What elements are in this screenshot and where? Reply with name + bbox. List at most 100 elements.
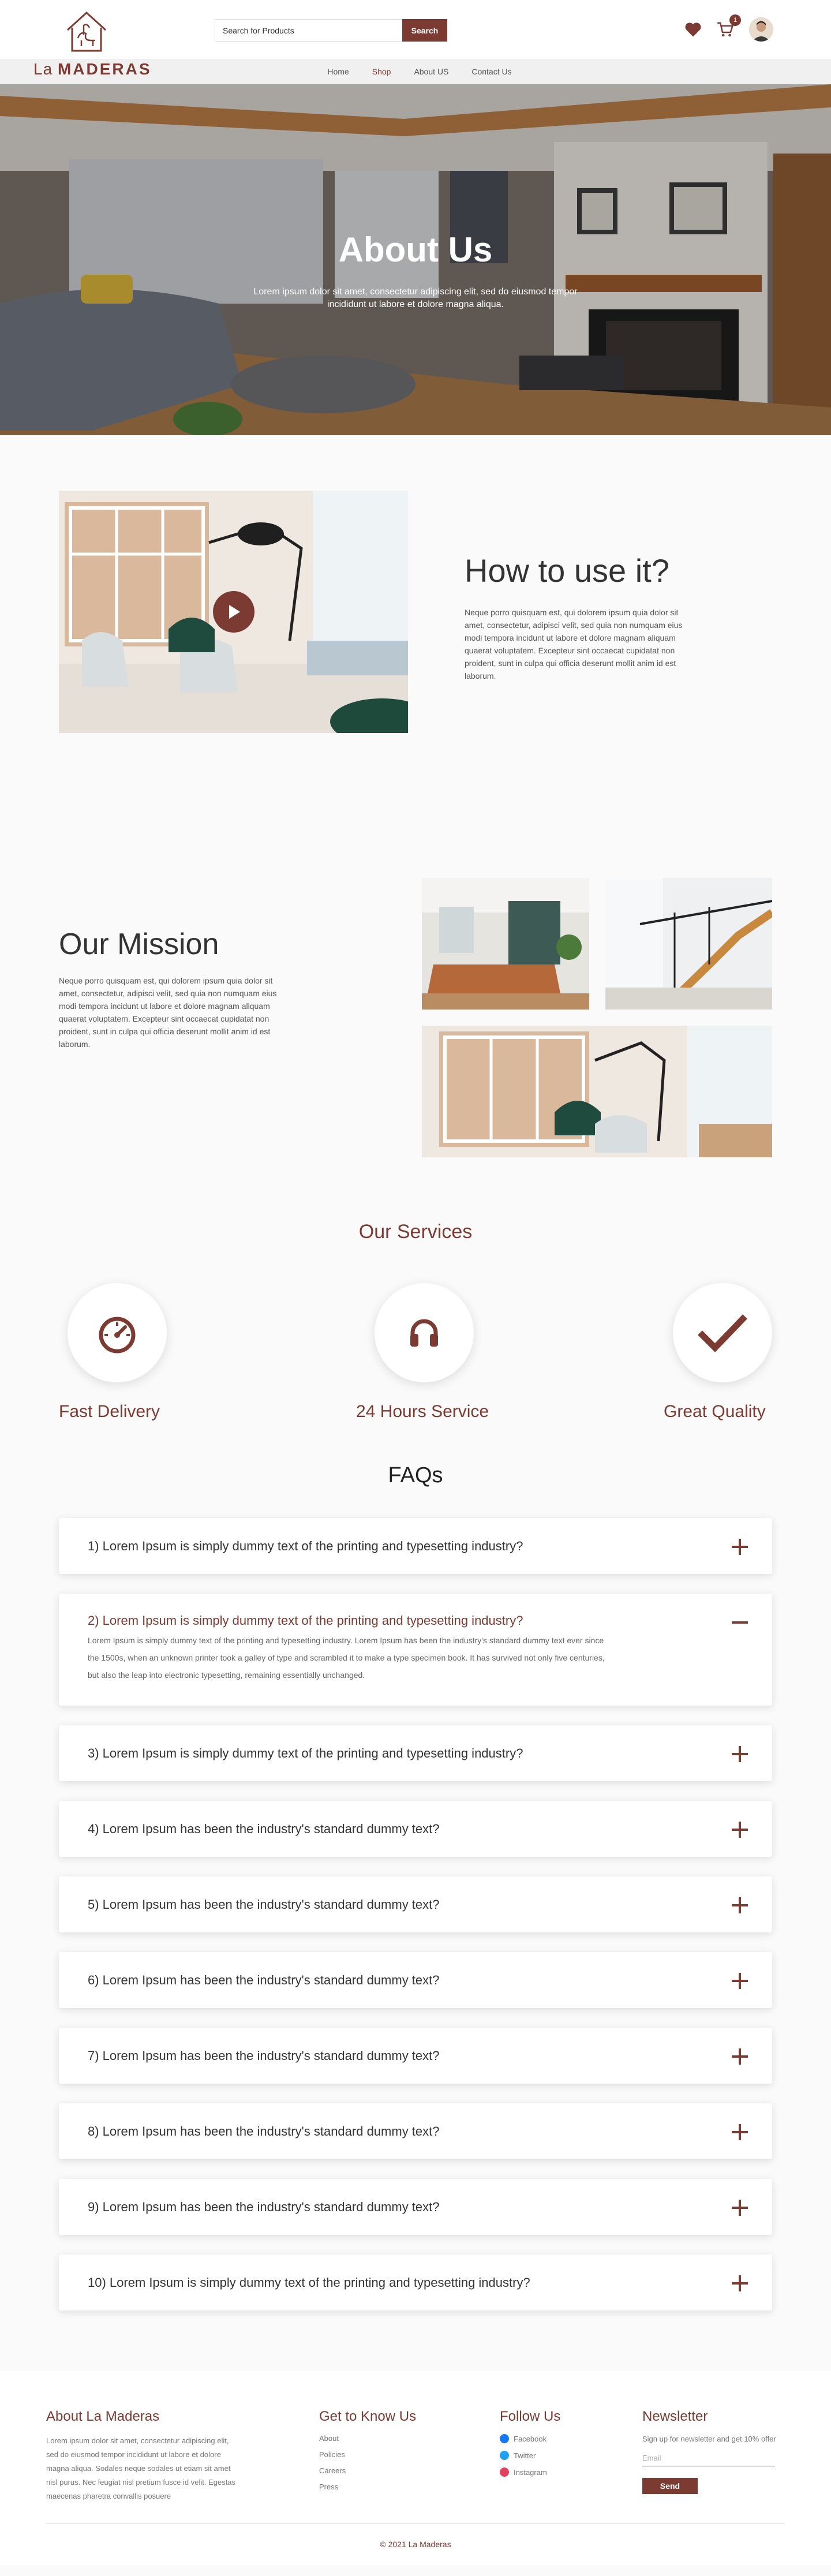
faq-question[interactable]: 1) Lorem Ipsum is simply dummy text of t… — [88, 1518, 743, 1574]
faq-question[interactable]: 4) Lorem Ipsum has been the industry's s… — [88, 1801, 743, 1857]
plus-icon[interactable] — [732, 1897, 748, 1913]
footer-link-label: Twitter — [514, 2451, 536, 2460]
how-to-title: How to use it? — [465, 552, 669, 589]
faq-item[interactable]: 5) Lorem Ipsum has been the industry's s… — [59, 1876, 772, 1932]
how-to-text: Neque porro quisquam est, qui dolorem ip… — [465, 608, 683, 681]
plus-icon[interactable] — [732, 2200, 748, 2216]
faq-question[interactable]: 6) Lorem Ipsum has been the industry's s… — [88, 1952, 743, 2008]
footer-about-title: About La Maderas — [46, 2409, 160, 2424]
footer-link-policies[interactable]: Policies — [319, 2450, 416, 2459]
mission-text: Neque porro quisquam est, qui dolorem ip… — [59, 976, 277, 1049]
footer-newsletter-title: Newsletter — [642, 2409, 708, 2424]
footer-link-twitter[interactable]: Twitter — [500, 2451, 560, 2460]
site-footer: About La Maderas Lorem ipsum dolor sit a… — [0, 2371, 831, 2565]
video-player[interactable] — [59, 491, 408, 733]
faq-question[interactable]: 8) Lorem Ipsum has been the industry's s… — [88, 2103, 743, 2159]
services-section: Our Services Fast Delivery 24 Hours Serv… — [0, 1198, 831, 1463]
faq-item[interactable]: 6) Lorem Ipsum has been the industry's s… — [59, 1952, 772, 2008]
faq-item[interactable]: 7) Lorem Ipsum has been the industry's s… — [59, 2028, 772, 2084]
service-label: 24 Hours Service — [356, 1402, 489, 1421]
footer-link-careers[interactable]: Careers — [319, 2466, 416, 2475]
footer-know-title: Get to Know Us — [319, 2409, 417, 2424]
service-icon-circle — [375, 1283, 474, 1382]
top-header: La MADERAS Search 1 — [0, 0, 831, 78]
service-label: Great Quality — [664, 1402, 766, 1421]
footer-link-instagram[interactable]: Instagram — [500, 2467, 560, 2477]
service-label: Fast Delivery — [59, 1402, 160, 1421]
play-button[interactable] — [213, 591, 254, 633]
faq-question[interactable]: 10) Lorem Ipsum is simply dummy text of … — [88, 2255, 743, 2310]
footer-link-label: Instagram — [514, 2467, 547, 2477]
headphones-icon — [410, 1319, 438, 1347]
faq-question[interactable]: 9) Lorem Ipsum has been the industry's s… — [88, 2179, 743, 2235]
footer-link-facebook[interactable]: Facebook — [500, 2434, 560, 2443]
plus-icon[interactable] — [732, 1746, 748, 1762]
nav-contact[interactable]: Contact Us — [471, 67, 511, 76]
play-icon — [229, 605, 240, 619]
cart-button[interactable]: 1 — [717, 14, 741, 38]
search-form: Search — [215, 19, 447, 42]
user-avatar[interactable] — [749, 17, 773, 42]
footer-newsletter-text: Sign up for newsletter and get 10% offer — [642, 2435, 776, 2443]
service-icon-circle — [673, 1283, 772, 1382]
faq-question[interactable]: 7) Lorem Ipsum has been the industry's s… — [88, 2028, 743, 2084]
search-button[interactable]: Search — [402, 19, 447, 42]
minus-icon[interactable] — [732, 1614, 748, 1631]
nav-home[interactable]: Home — [327, 67, 349, 76]
brand-prefix: La — [33, 60, 53, 78]
hero-subtitle: Lorem ipsum dolor sit amet, consectetur … — [253, 287, 578, 309]
mission-title: Our Mission — [59, 928, 219, 961]
newsletter-email-input[interactable] — [642, 2450, 775, 2466]
services-title: Our Services — [358, 1221, 473, 1243]
faq-title: FAQs — [388, 1463, 443, 1487]
speedometer-icon — [99, 1317, 136, 1354]
plus-icon[interactable] — [732, 1539, 748, 1555]
faq-item[interactable]: 9) Lorem Ipsum has been the industry's s… — [59, 2179, 772, 2235]
mission-image-staircase — [605, 878, 772, 1010]
mission-image-lounge — [422, 1026, 772, 1157]
footer-divider — [46, 2523, 785, 2524]
footer-link-press[interactable]: Press — [319, 2482, 416, 2491]
footer-about: About La Maderas Lorem ipsum dolor sit a… — [46, 2409, 237, 2503]
faq-item[interactable]: 8) Lorem Ipsum has been the industry's s… — [59, 2103, 772, 2159]
plus-icon[interactable] — [732, 1973, 748, 1989]
mission-image-livingroom — [422, 878, 589, 1010]
footer-link-about[interactable]: About — [319, 2434, 416, 2443]
footer-follow-title: Follow Us — [500, 2409, 561, 2424]
nav-about[interactable]: About US — [414, 67, 448, 76]
faq-item[interactable]: 4) Lorem Ipsum has been the industry's s… — [59, 1801, 772, 1857]
faq-item-expanded[interactable]: 2) Lorem Ipsum is simply dummy text of t… — [59, 1594, 772, 1706]
brand-name: MADERAS — [57, 60, 152, 78]
footer-about-text: Lorem ipsum dolor sit amet, consectetur … — [46, 2436, 236, 2500]
service-fast-delivery — [68, 1283, 167, 1382]
header-icons: 1 — [684, 14, 773, 42]
cart-count-badge: 1 — [729, 14, 741, 26]
mission-section: Our Mission Neque porro quisquam est, qu… — [0, 818, 831, 1198]
hero-content: About Us Lorem ipsum dolor sit amet, con… — [0, 230, 831, 311]
plus-icon[interactable] — [732, 2124, 748, 2140]
plus-icon[interactable] — [732, 1822, 748, 1838]
facebook-icon — [500, 2434, 509, 2443]
faq-question[interactable]: 3) Lorem Ipsum is simply dummy text of t… — [88, 1725, 743, 1781]
checkmark-icon — [698, 1314, 747, 1352]
how-to-section: How to use it? Neque porro quisquam est,… — [0, 435, 831, 818]
faq-item[interactable]: 1) Lorem Ipsum is simply dummy text of t… — [59, 1518, 772, 1574]
hero-banner: About Us Lorem ipsum dolor sit amet, con… — [0, 84, 831, 435]
plus-icon[interactable] — [732, 2275, 748, 2291]
brand-logo[interactable]: La MADERAS — [33, 60, 152, 78]
service-24-hours — [375, 1283, 474, 1382]
footer-know-us: Get to Know Us About Policies Careers Pr… — [319, 2409, 416, 2499]
faq-item[interactable]: 3) Lorem Ipsum is simply dummy text of t… — [59, 1725, 772, 1781]
heart-icon[interactable] — [684, 21, 702, 38]
search-input[interactable] — [215, 19, 402, 42]
logo-house-icon[interactable] — [61, 8, 113, 54]
faq-item[interactable]: 10) Lorem Ipsum is simply dummy text of … — [59, 2255, 772, 2310]
nav-shop[interactable]: Shop — [372, 67, 391, 76]
faq-question[interactable]: 5) Lorem Ipsum has been the industry's s… — [88, 1876, 743, 1932]
service-great-quality — [673, 1283, 772, 1382]
footer-newsletter: Newsletter Sign up for newsletter and ge… — [642, 2409, 781, 2494]
avatar-image — [749, 17, 773, 42]
plus-icon[interactable] — [732, 2048, 748, 2065]
hero-title: About Us — [338, 230, 493, 269]
newsletter-send-button[interactable]: Send — [642, 2478, 698, 2494]
